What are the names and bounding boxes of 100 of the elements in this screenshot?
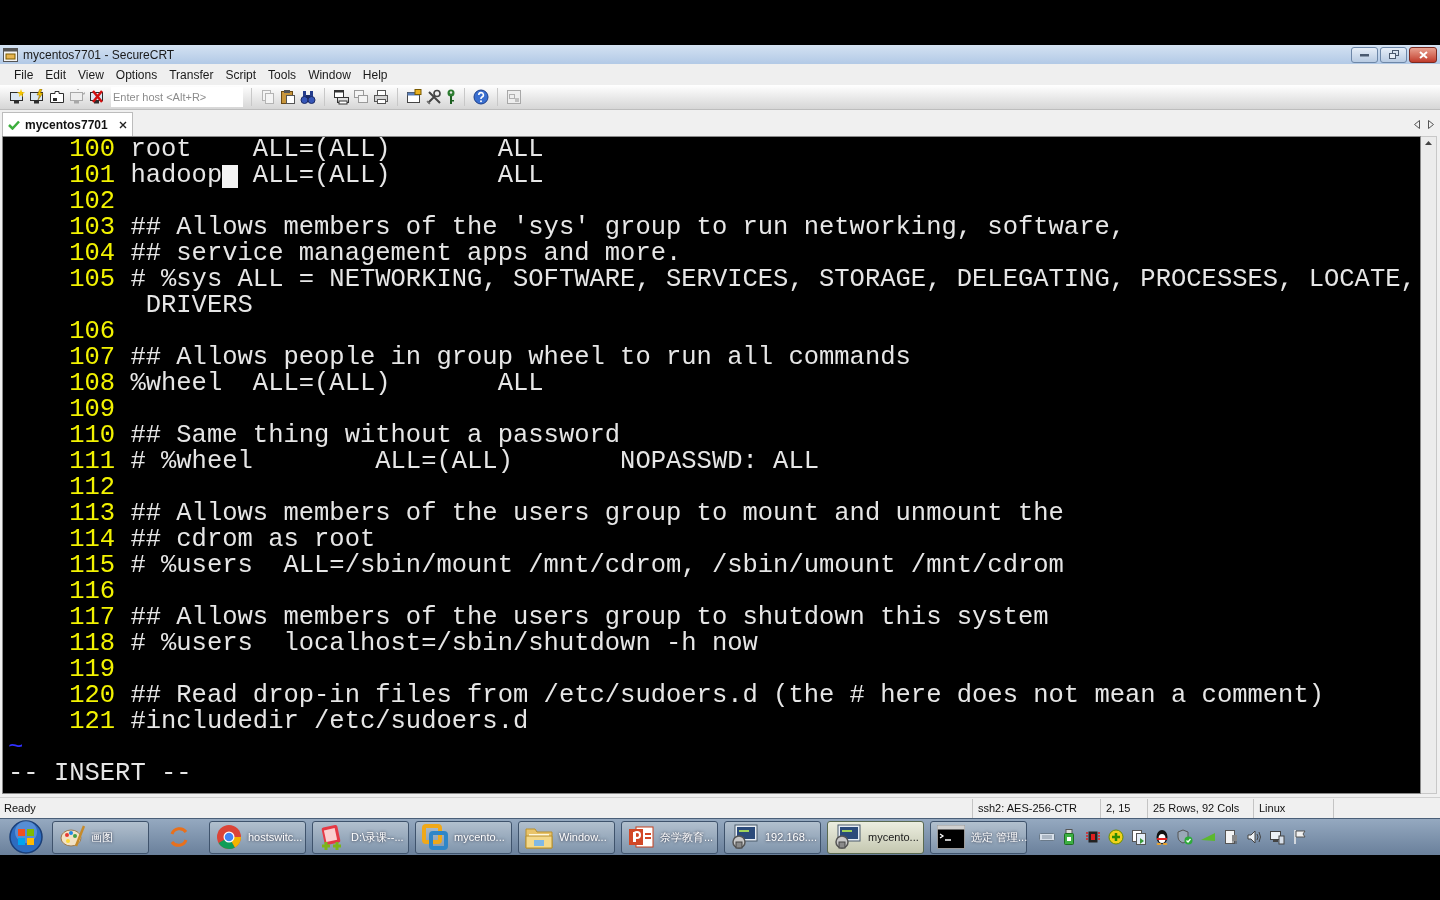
line-number: 111 xyxy=(68,449,116,475)
menu-item[interactable]: File xyxy=(8,65,40,84)
minimize-icon[interactable] xyxy=(1360,52,1369,57)
status-text: ssh2: AES-256-CTR xyxy=(978,800,1078,816)
code-line: #includedir /etc/sudoers.d xyxy=(130,709,530,735)
code-line: ## cdrom as root xyxy=(130,527,376,553)
session-tab[interactable]: mycentos7701 xyxy=(2,112,133,136)
monitor-icon[interactable] xyxy=(1269,829,1285,845)
help-icon[interactable] xyxy=(473,89,489,105)
line-number: 102 xyxy=(68,189,116,215)
code-line: root ALL=(ALL) ALL xyxy=(130,137,545,163)
plus-circle-icon[interactable] xyxy=(1108,829,1124,845)
right-arrow-icon[interactable] xyxy=(1428,119,1434,129)
status-text: Linux xyxy=(1259,800,1286,816)
menu-item[interactable]: Window xyxy=(302,65,357,84)
line-number: 100 xyxy=(68,137,116,163)
code-line: ## Allows members of the 'sys' group to run networking, software, xyxy=(130,215,1127,241)
wrench-icon[interactable] xyxy=(426,89,442,105)
scroll-up-arrow-icon[interactable] xyxy=(1425,141,1432,145)
menu-item[interactable]: Tools xyxy=(262,65,303,84)
menu-item[interactable]: Transfer xyxy=(163,65,220,84)
chip-icon[interactable] xyxy=(1085,829,1101,845)
host-field[interactable]: Enter host <Alt+R> xyxy=(111,87,243,107)
console-window-icon xyxy=(937,825,965,849)
clipboard-icon[interactable] xyxy=(280,89,296,105)
monitor-lock-icon xyxy=(731,824,759,850)
code-line: ## Read drop-in files from /etc/sudoers.d (the # here does not mean a comment) xyxy=(130,683,1325,709)
line-number: 114 xyxy=(68,527,116,553)
monitor-spark-icon[interactable] xyxy=(9,89,25,105)
start-orb-icon[interactable] xyxy=(8,820,44,854)
taskbar-button[interactable]: mycento... xyxy=(827,820,924,854)
line-number: 113 xyxy=(68,501,116,527)
monitor-bolt-icon[interactable] xyxy=(29,89,45,105)
speaker-icon[interactable] xyxy=(1246,829,1262,845)
shield-check-icon[interactable] xyxy=(1177,829,1193,845)
line-number: 106 xyxy=(68,319,116,345)
line-number: 107 xyxy=(68,345,116,371)
line-number: 115 xyxy=(68,553,116,579)
flag-icon[interactable] xyxy=(1292,829,1308,845)
tab-window-icon[interactable] xyxy=(49,89,65,105)
code-line: hadoop xyxy=(130,163,223,189)
close-icon[interactable] xyxy=(118,120,127,129)
line-number: 118 xyxy=(68,631,116,657)
close-button[interactable] xyxy=(1409,46,1437,63)
menu-item[interactable]: View xyxy=(72,65,110,84)
code-line: ## Allows members of the users group to mount and unmount the xyxy=(130,501,1065,527)
status-text: 2, 15 xyxy=(1106,800,1131,816)
tricolor-ring-icon xyxy=(216,824,242,850)
binoculars-icon[interactable] xyxy=(300,89,316,105)
penguin-icon[interactable] xyxy=(1154,829,1170,845)
window-printer-icon[interactable] xyxy=(333,89,349,105)
overlapping-squares-icon xyxy=(422,824,448,850)
page-plug-icon[interactable] xyxy=(1223,829,1239,845)
line-number: 121 xyxy=(68,709,116,735)
check-icon xyxy=(8,119,20,130)
line-number: 108 xyxy=(68,371,116,397)
code-line: ## Allows people in group wheel to run all commands xyxy=(130,345,912,371)
code-line: ## service management apps and more. xyxy=(130,241,683,267)
code-line: ## Same thing without a password xyxy=(130,423,622,449)
restore-icon[interactable] xyxy=(1388,50,1399,59)
scrollbar[interactable] xyxy=(1421,136,1437,794)
restore-button[interactable] xyxy=(1380,46,1407,63)
presentation-icon xyxy=(628,824,654,850)
line-number: 101 xyxy=(68,163,116,189)
monitor-lock-icon xyxy=(834,824,862,850)
code-line: # %users localhost=/sbin/shutdown -h now xyxy=(130,631,759,657)
window-title: mycentos7701 - SecureCRT xyxy=(23,48,175,61)
line-number: 109 xyxy=(68,397,116,423)
tilde-marker: ~ xyxy=(8,735,24,761)
line-number: 116 xyxy=(68,579,116,605)
line-number: 104 xyxy=(68,241,116,267)
line-number: 103 xyxy=(68,215,116,241)
line-number: 120 xyxy=(68,683,116,709)
minimize-button[interactable] xyxy=(1351,46,1378,63)
code-line: ## Allows members of the users group to shutdown this system xyxy=(130,605,1050,631)
monitor-x-icon[interactable] xyxy=(89,89,105,105)
menu-item[interactable]: Help xyxy=(356,65,394,84)
mode-line: -- INSERT -- xyxy=(8,761,192,787)
documents-icon[interactable] xyxy=(1131,829,1147,845)
status-text: 25 Rows, 92 Cols xyxy=(1153,800,1240,816)
menu-item[interactable]: Edit xyxy=(39,65,73,84)
code-line: %wheel ALL=(ALL) ALL xyxy=(130,371,545,397)
line-number: 119 xyxy=(68,657,116,683)
code-line: # %users ALL=/sbin/mount /mnt/cdrom, /sbin/umount /mnt/cdrom xyxy=(130,553,1065,579)
line-number: 110 xyxy=(68,423,116,449)
line-number: 112 xyxy=(68,475,116,501)
status-message: Ready xyxy=(3,800,37,816)
window-settings-icon[interactable] xyxy=(406,89,422,105)
code-line: # %wheel ALL=(ALL) NOPASSWD: ALL xyxy=(130,449,821,475)
code-line: ALL=(ALL) ALL xyxy=(251,163,544,189)
key-icon[interactable] xyxy=(446,89,456,105)
menu-item[interactable]: Options xyxy=(109,65,164,84)
printer-icon[interactable] xyxy=(373,89,389,105)
app-window-icon xyxy=(3,47,18,62)
palette-icon xyxy=(59,824,85,850)
line-number: 105 xyxy=(68,267,116,293)
left-arrow-icon[interactable] xyxy=(1414,119,1420,129)
menu-item[interactable]: Script xyxy=(219,65,263,84)
line-number: 117 xyxy=(68,605,116,631)
code-line: # %sys ALL = NETWORKING, SOFTWARE, SERVICES, STORAGE, DELEGATING, PROCESSES, LOCATE, DRIVERS xyxy=(130,267,1417,319)
